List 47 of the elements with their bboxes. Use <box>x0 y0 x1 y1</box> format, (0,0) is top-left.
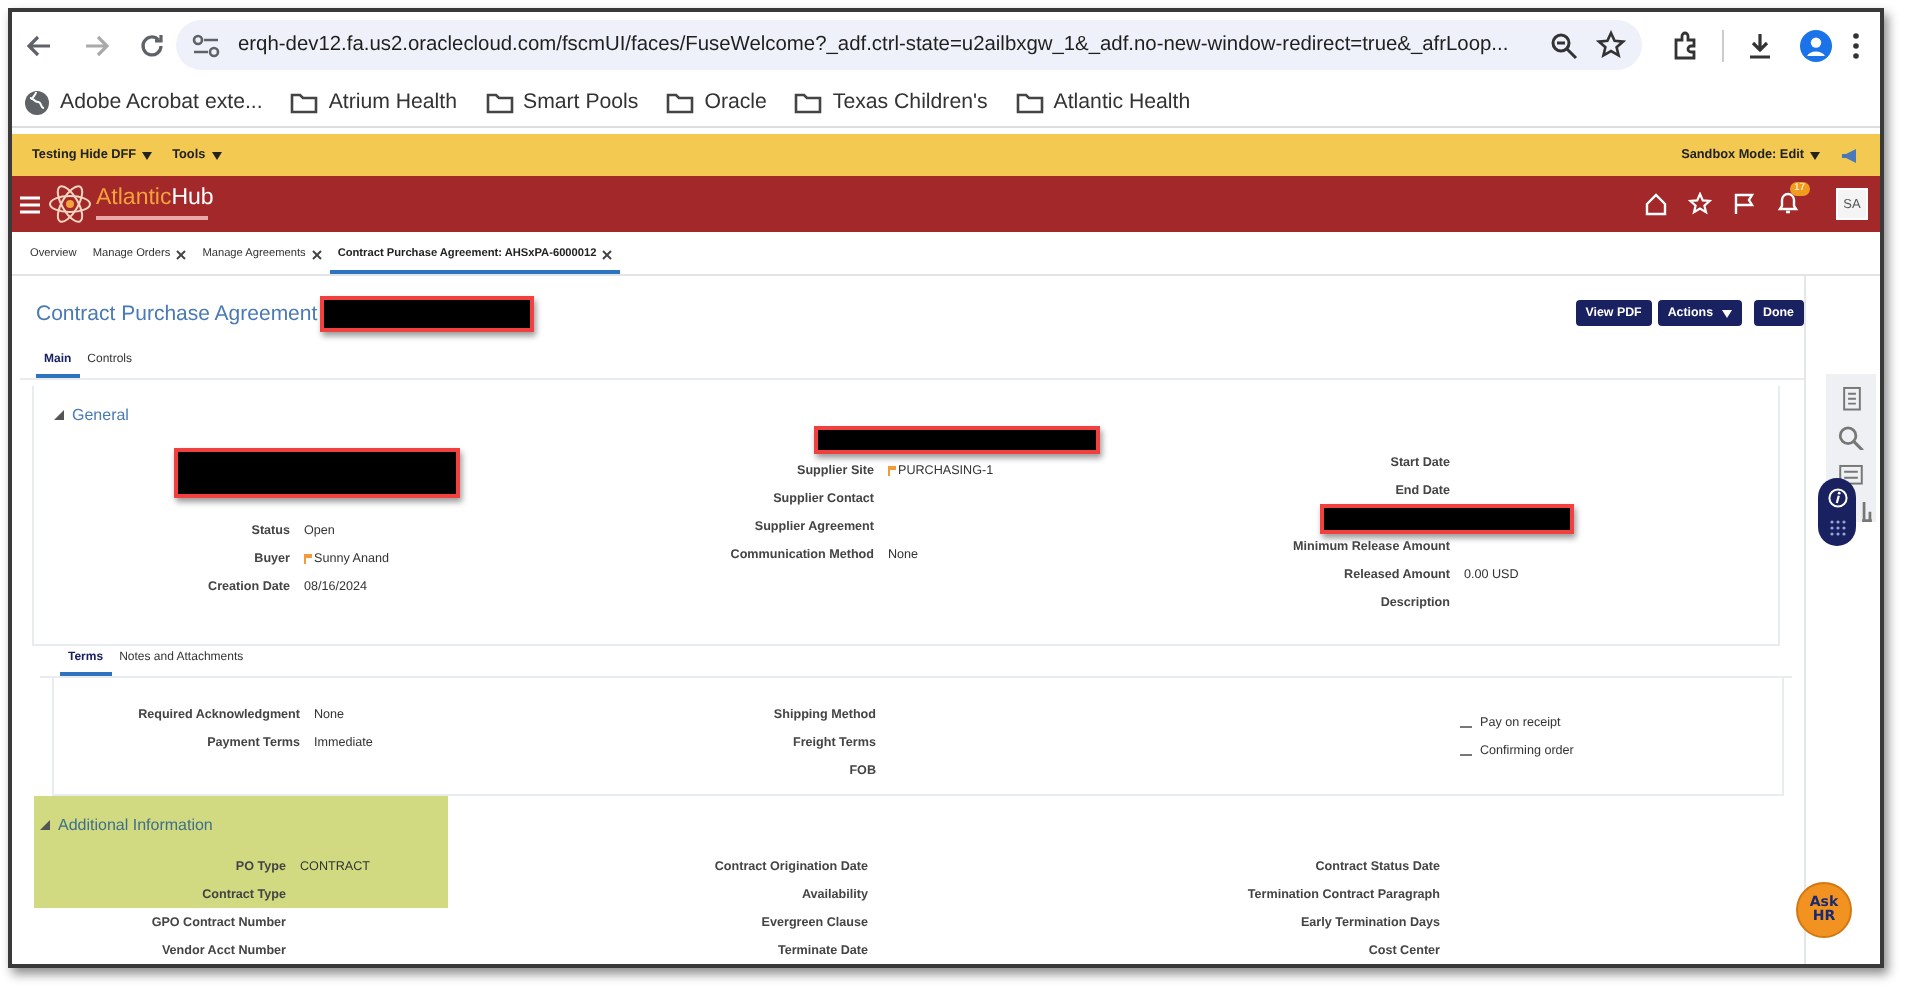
document-icon[interactable] <box>1841 386 1861 412</box>
site-settings-icon[interactable] <box>192 33 220 57</box>
profile-icon[interactable] <box>1800 29 1832 61</box>
megaphone-icon[interactable] <box>1840 147 1860 163</box>
close-icon[interactable] <box>602 249 613 259</box>
close-icon[interactable] <box>176 249 187 259</box>
folder-icon <box>794 91 823 113</box>
caret-icon <box>1810 151 1820 159</box>
brand-logo[interactable]: AtlanticHub <box>96 188 214 212</box>
info-icon <box>1827 488 1847 509</box>
bookmark[interactable]: Adobe Acrobat exte... <box>24 89 263 115</box>
menu-icon[interactable] <box>20 195 40 213</box>
bookmark[interactable]: Texas Children's <box>794 90 988 114</box>
bookmark[interactable]: Atlantic Health <box>1015 90 1191 114</box>
close-icon[interactable] <box>311 249 322 259</box>
bookmark[interactable]: Oracle <box>666 90 767 114</box>
bar-chart-icon[interactable] <box>1862 500 1872 522</box>
tagline-line <box>96 215 208 220</box>
favorite-star-icon[interactable] <box>1688 192 1712 216</box>
caret-icon <box>142 151 153 159</box>
search-icon[interactable] <box>1838 425 1864 451</box>
section-title[interactable]: General <box>72 405 129 424</box>
section-title[interactable]: Additional Information <box>58 815 213 833</box>
help-widget[interactable] <box>1818 478 1856 546</box>
collapse-icon[interactable] <box>54 409 64 420</box>
folder-icon <box>666 91 695 113</box>
keypad-icon <box>1829 519 1845 536</box>
caret-icon <box>1721 309 1732 318</box>
bell-icon <box>1776 190 1800 216</box>
home-icon[interactable] <box>1644 192 1668 216</box>
reload-icon[interactable] <box>136 29 168 61</box>
bookmark[interactable]: Smart Pools <box>485 90 639 114</box>
bookmark-star-icon[interactable] <box>1596 30 1626 60</box>
download-icon[interactable] <box>1744 29 1776 61</box>
menu-icon[interactable] <box>1852 31 1860 59</box>
flag-icon[interactable] <box>1732 192 1756 216</box>
collapse-icon[interactable] <box>40 819 50 829</box>
folder-icon <box>485 91 513 113</box>
atom-logo-icon <box>48 182 92 226</box>
zoom-icon[interactable] <box>1550 31 1578 59</box>
globe-icon <box>24 89 50 115</box>
bookmark[interactable]: Atrium Health <box>290 90 457 114</box>
folder-icon <box>290 91 319 113</box>
page-title: Contract Purchase Agreement <box>36 301 318 326</box>
folder-icon <box>1015 91 1044 113</box>
address-bar[interactable]: erqh-dev12.fa.us2.oraclecloud.com/fscmUI/faces/FuseWelcome?_adf.ctrl-state=u2ailbxgw_1&_adf.no-new-window-redirect=true&_afrLoop... <box>176 20 1642 70</box>
caret-icon <box>211 151 222 159</box>
